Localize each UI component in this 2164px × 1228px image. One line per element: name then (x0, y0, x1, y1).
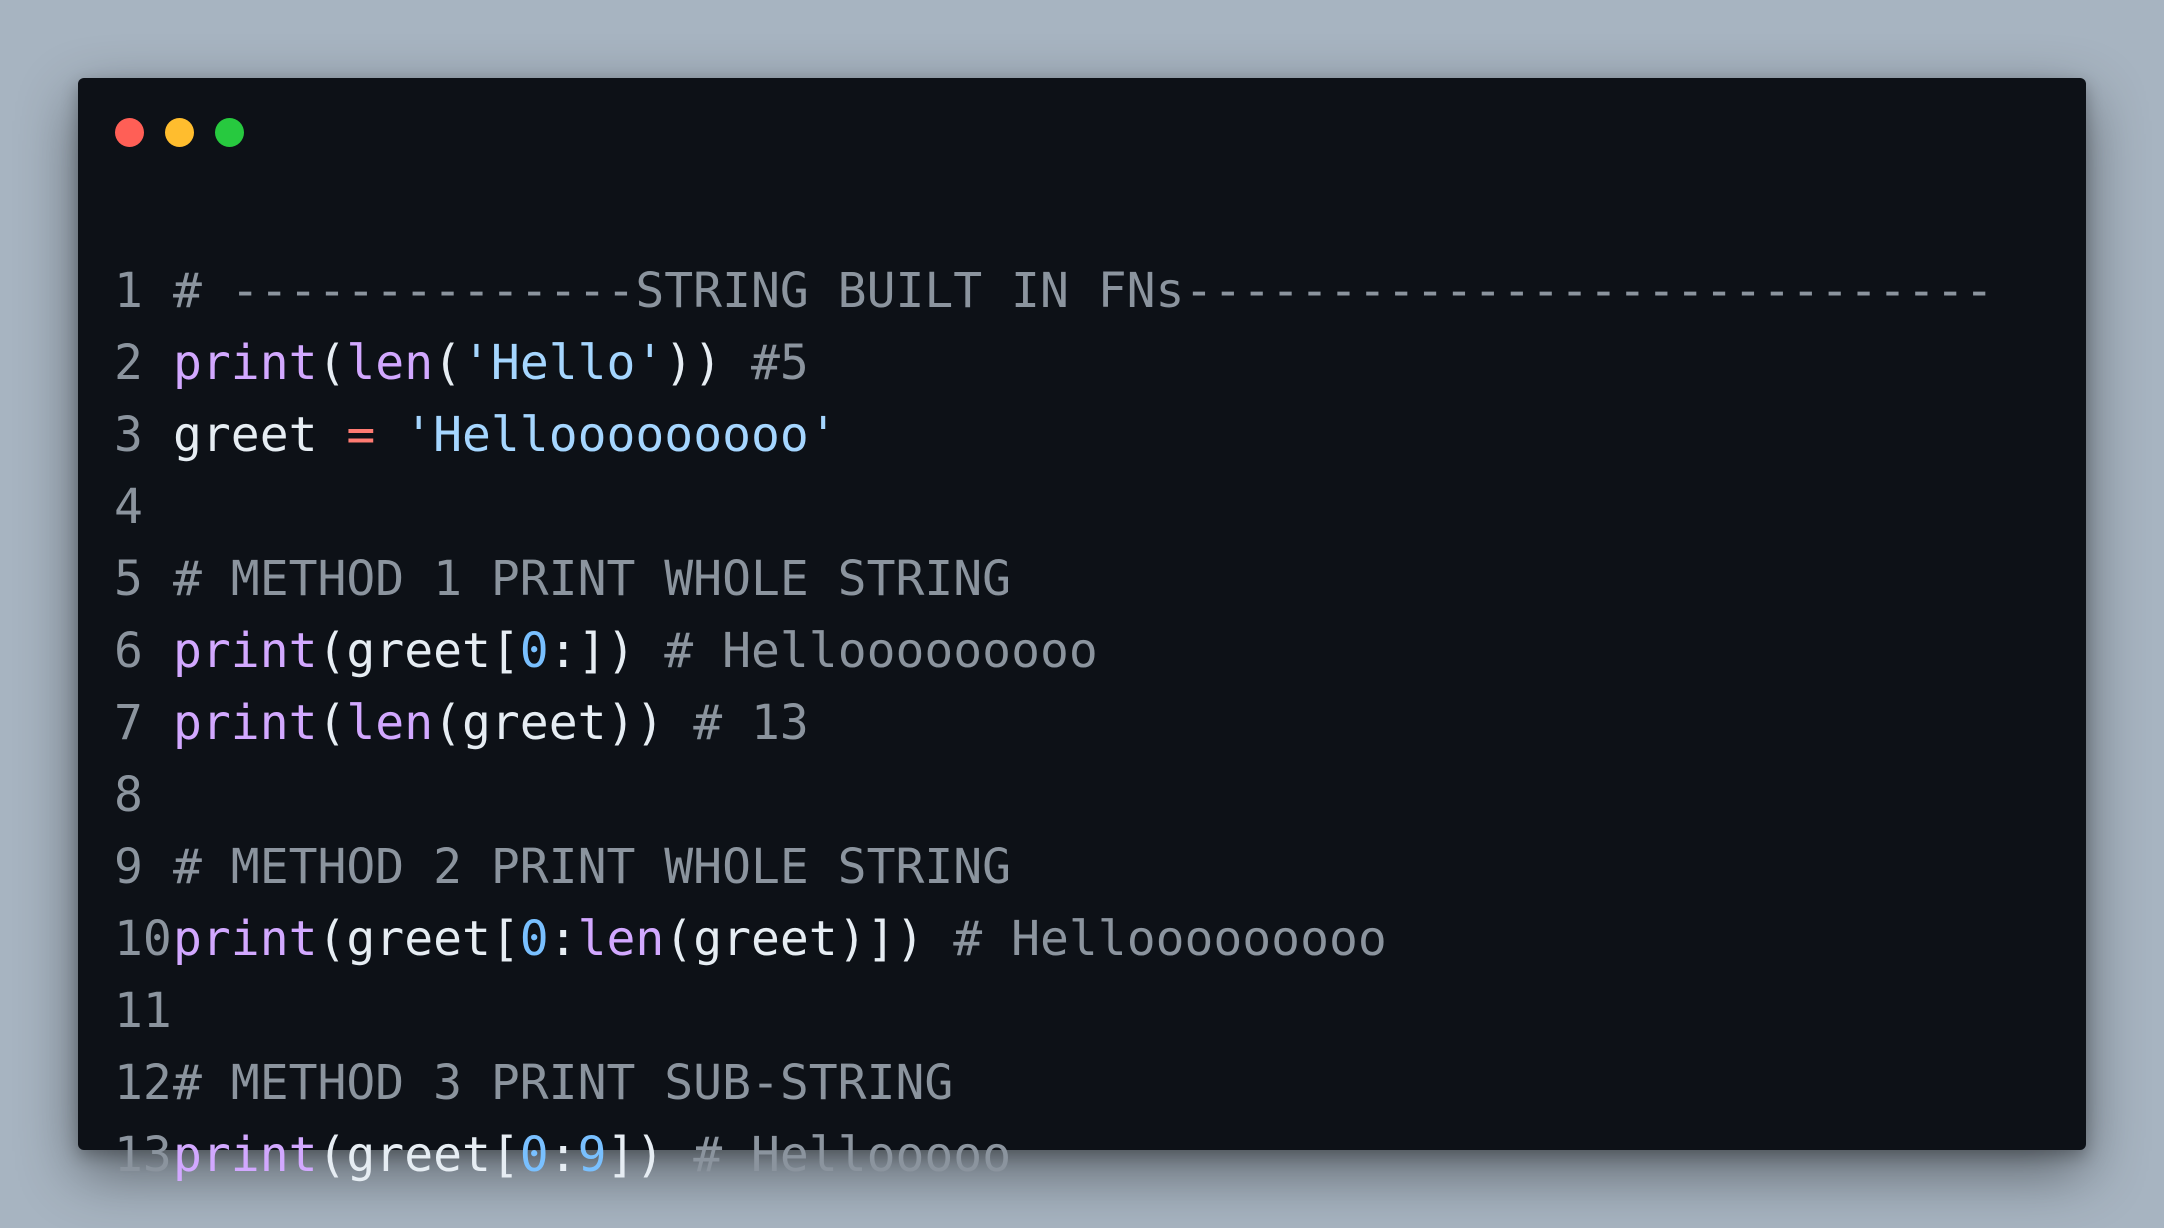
close-dot-icon[interactable] (115, 118, 144, 147)
token-code-text: ( (317, 695, 347, 751)
line-number: 6 (114, 623, 143, 679)
line-source: print(greet[0:]) # Hellooooooooo (173, 615, 1098, 687)
token-comment: # 13 (693, 695, 809, 751)
code-line: 2 print(len('Hello')) #5 (114, 327, 1994, 399)
token-comment: # Hellooooo (693, 1127, 1012, 1183)
token-comment: # --------------STRING BUILT IN FNs-----… (173, 263, 1994, 319)
token-keyword: len (577, 911, 665, 967)
code-line: 13 print(greet[0:9]) # Hellooooo (114, 1119, 1994, 1191)
code-line: 12 # METHOD 3 PRINT SUB-STRING (114, 1047, 1994, 1119)
code-line: 8 (114, 759, 1994, 831)
line-number: 4 (114, 479, 143, 535)
code-line: 4 (114, 471, 1994, 543)
line-source: print(len('Hello')) #5 (173, 327, 809, 399)
line-source: print(greet[0:len(greet)]) # Hellooooooo… (173, 903, 1387, 975)
code-line: 6 print(greet[0:]) # Hellooooooooo (114, 615, 1994, 687)
token-comment: # Hellooooooooo (953, 911, 1387, 967)
token-keyword: print (173, 335, 318, 391)
token-code-text: : (548, 1127, 578, 1183)
token-number: 0 (519, 911, 549, 967)
token-comment: # METHOD 2 PRINT WHOLE STRING (173, 839, 1012, 895)
line-number: 3 (114, 407, 143, 463)
code-line: 7 print(len(greet)) # 13 (114, 687, 1994, 759)
token-string: 'Hello' (462, 335, 665, 391)
line-source: print(len(greet)) # 13 (173, 687, 809, 759)
code-line: 3 greet = 'Hellooooooooo' (114, 399, 1994, 471)
line-number: 7 (114, 695, 143, 751)
line-number: 9 (114, 839, 143, 895)
token-comment: # METHOD 1 PRINT WHOLE STRING (173, 551, 1012, 607)
zoom-dot-icon[interactable] (215, 118, 244, 147)
line-number: 11 (114, 983, 172, 1039)
token-code-text: : (548, 911, 578, 967)
code-line: 10 print(greet[0:len(greet)]) # Hellooooo… (114, 903, 1994, 975)
token-code-text: (greet)) (433, 695, 694, 751)
line-number: 13 (114, 1127, 172, 1183)
token-code-text: greet (173, 407, 347, 463)
code-line: 5 # METHOD 1 PRINT WHOLE STRING (114, 543, 1994, 615)
token-comment: #5 (751, 335, 809, 391)
token-code-text: (greet[ (317, 1127, 520, 1183)
token-code-text: (greet[ (317, 911, 520, 967)
token-comment: # Hellooooooooo (664, 623, 1098, 679)
token-code-text: ]) (606, 1127, 694, 1183)
line-source: # METHOD 2 PRINT WHOLE STRING (173, 831, 1011, 903)
token-code-text: :]) (548, 623, 665, 679)
token-number: 0 (519, 1127, 549, 1183)
token-keyword: len (346, 335, 434, 391)
line-source: # METHOD 3 PRINT SUB-STRING (173, 1047, 953, 1119)
token-operator: = (346, 407, 376, 463)
line-number: 12 (114, 1055, 172, 1111)
token-code-text: ( (317, 335, 347, 391)
code-line: 9 # METHOD 2 PRINT WHOLE STRING (114, 831, 1994, 903)
token-keyword: print (173, 623, 318, 679)
window-controls (115, 118, 244, 147)
token-number: 9 (577, 1127, 607, 1183)
token-code-text: ( (433, 335, 463, 391)
token-code-text: (greet[ (317, 623, 520, 679)
code-block: 1 # --------------STRING BUILT IN FNs----… (114, 255, 1994, 1191)
token-code-text: (greet)]) (664, 911, 954, 967)
line-source: # --------------STRING BUILT IN FNs-----… (173, 255, 1994, 327)
line-number: 8 (114, 767, 143, 823)
line-number: 2 (114, 335, 143, 391)
token-number: 0 (519, 623, 549, 679)
token-keyword: print (173, 1127, 318, 1183)
line-source: # METHOD 1 PRINT WHOLE STRING (173, 543, 1011, 615)
minimize-dot-icon[interactable] (165, 118, 194, 147)
code-window: 1 # --------------STRING BUILT IN FNs----… (78, 78, 2086, 1183)
token-comment: # METHOD 3 PRINT SUB-STRING (173, 1055, 954, 1111)
token-code-text: )) (664, 335, 752, 391)
line-number: 5 (114, 551, 143, 607)
code-line: 1 # --------------STRING BUILT IN FNs----… (114, 255, 1994, 327)
token-code-text (375, 407, 404, 463)
code-line: 11 (114, 975, 1994, 1047)
token-string: 'Hellooooooooo' (404, 407, 838, 463)
token-keyword: len (346, 695, 434, 751)
line-source: print(greet[0:9]) # Hellooooo (173, 1119, 1011, 1191)
line-source: greet = 'Hellooooooooo' (173, 399, 838, 471)
token-keyword: print (173, 911, 318, 967)
line-number: 10 (114, 911, 172, 967)
token-keyword: print (173, 695, 318, 751)
line-number: 1 (114, 263, 143, 319)
